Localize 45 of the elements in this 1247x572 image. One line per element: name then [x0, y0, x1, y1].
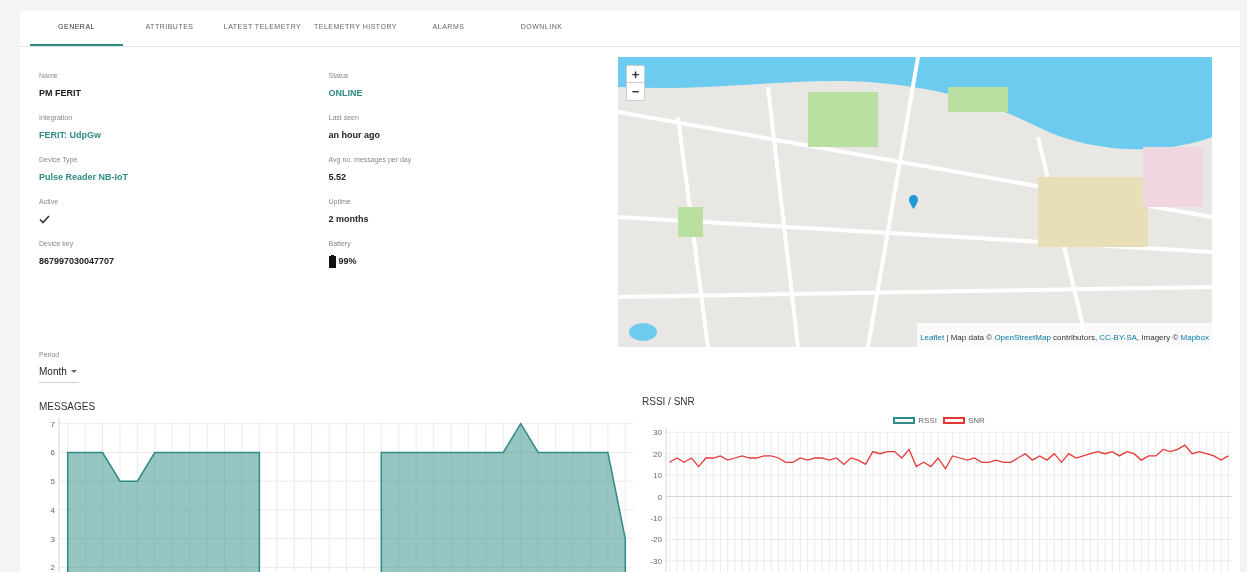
park-area — [678, 207, 703, 237]
field-value: 99% — [338, 254, 357, 268]
period-dropdown[interactable]: Month — [39, 363, 79, 383]
legend-label: SNR — [967, 414, 985, 427]
axis-tick-label: 5 — [50, 476, 55, 486]
chart-title: MESSAGES — [39, 399, 97, 414]
axis-tick-label: 3 — [50, 534, 55, 544]
axis-tick-label: -20 — [650, 534, 662, 544]
legend-swatch — [942, 417, 965, 424]
hospital-area — [1143, 147, 1203, 207]
map-attribution: Leaflet | Map data © OpenStreetMap contributors, CC-BY-SA, Imagery © Mapbox — [920, 333, 1209, 342]
legend-swatch — [893, 417, 916, 424]
status-value: ONLINE — [328, 86, 363, 100]
axis-tick-label: -10 — [650, 513, 662, 523]
axis-tick-label: 0 — [657, 492, 662, 502]
zoom-in-button[interactable]: + — [627, 66, 644, 83]
field-value: PM FERIT — [39, 86, 81, 100]
map[interactable]: + − Leaflet | Map data © OpenStreetMap contributors, CC-BY-SA, Imagery © Mapbox — [618, 57, 1212, 347]
axis-tick-label: 10 — [653, 470, 662, 480]
field-link[interactable]: FERIT: UdpGw — [39, 128, 101, 143]
lake-shape — [629, 323, 657, 341]
park-area — [808, 92, 878, 147]
field-value: 867997030047707 — [39, 254, 115, 268]
axis-tick-label: 4 — [50, 505, 55, 515]
field-link[interactable]: Pulse Reader NB-IoT — [39, 170, 129, 185]
legend-label: RSSI — [918, 414, 937, 427]
attribution-link[interactable]: OpenStreetMap — [994, 333, 1051, 342]
chart-title: RSSI / SNR — [642, 394, 696, 409]
battery-icon — [328, 255, 336, 268]
caret-icon — [70, 369, 77, 373]
field-value: 2 months — [328, 212, 369, 226]
axis-tick-label: -30 — [650, 556, 662, 566]
location-pin-icon[interactable] — [909, 195, 918, 209]
park-area — [948, 87, 1008, 112]
axis-tick-label: 30 — [653, 427, 662, 437]
attribution-link[interactable]: Leaflet — [920, 333, 945, 342]
field-value: an hour ago — [328, 128, 380, 142]
attribution-link[interactable]: Mapbox — [1180, 333, 1209, 342]
axis-tick-label: 6 — [50, 447, 55, 457]
axis-tick-label: 2 — [50, 562, 55, 572]
zoom-out-button[interactable]: − — [627, 83, 644, 100]
axis-tick-label: 7 — [50, 419, 55, 429]
attribution-link[interactable]: CC-BY-SA — [1099, 333, 1137, 342]
axis-tick-label: 20 — [653, 449, 662, 459]
field-value: 5.52 — [328, 170, 347, 184]
